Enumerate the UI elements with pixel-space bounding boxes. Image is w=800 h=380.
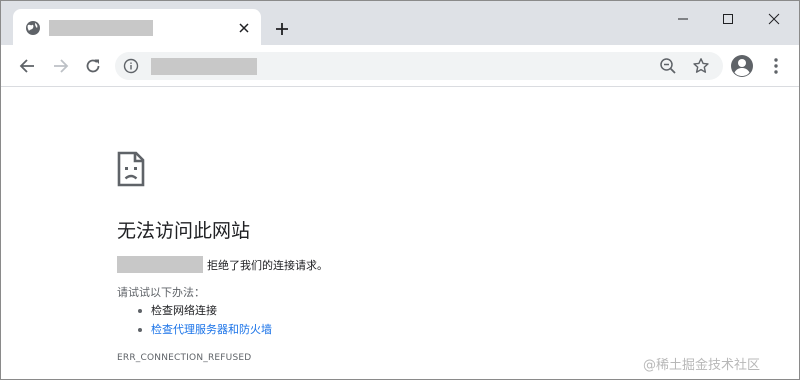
maximize-icon[interactable] <box>713 7 743 31</box>
address-bar[interactable] <box>115 52 723 80</box>
host-name <box>117 256 203 273</box>
arrow-right-icon[interactable] <box>49 54 73 78</box>
suggestion-check-network: 检查网络连接 <box>151 304 217 317</box>
toolbar <box>1 45 799 87</box>
list-item[interactable]: 检查代理服务器和防火墙 <box>137 320 272 339</box>
error-page: 无法访问此网站 拒绝了我们的连接请求。 请试试以下办法： 检查网络连接 检查代理… <box>1 88 799 379</box>
list-item: 检查网络连接 <box>137 301 272 320</box>
url-text <box>151 58 257 75</box>
account-circle-icon[interactable] <box>730 54 754 78</box>
arrow-left-icon[interactable] <box>15 54 39 78</box>
error-code: ERR_CONNECTION_REFUSED <box>117 353 252 363</box>
plus-icon[interactable] <box>271 18 293 40</box>
browser-tab[interactable] <box>13 9 261 45</box>
minimize-icon[interactable] <box>668 7 698 31</box>
info-icon[interactable] <box>123 58 139 74</box>
close-icon[interactable] <box>235 19 253 37</box>
suggestion-check-proxy-link[interactable]: 检查代理服务器和防火墙 <box>151 323 272 336</box>
sad-document-icon <box>117 151 145 187</box>
tab-title <box>49 20 153 36</box>
browser-window: 无法访问此网站 拒绝了我们的连接请求。 请试试以下办法： 检查网络连接 检查代理… <box>0 0 800 380</box>
suggestions-list: 检查网络连接 检查代理服务器和防火墙 <box>137 301 272 339</box>
tab-strip <box>1 1 799 45</box>
suggestions-heading: 请试试以下办法： <box>117 286 205 299</box>
zoom-out-icon[interactable] <box>659 57 677 75</box>
star-icon[interactable] <box>692 57 710 75</box>
watermark: @稀土掘金技术社区 <box>643 358 761 373</box>
close-icon[interactable] <box>759 7 789 31</box>
globe-icon <box>25 20 41 36</box>
reload-icon[interactable] <box>81 54 105 78</box>
page-title: 无法访问此网站 <box>117 220 251 242</box>
refused-message: 拒绝了我们的连接请求。 <box>207 259 328 272</box>
kebab-menu-icon[interactable] <box>765 54 787 78</box>
